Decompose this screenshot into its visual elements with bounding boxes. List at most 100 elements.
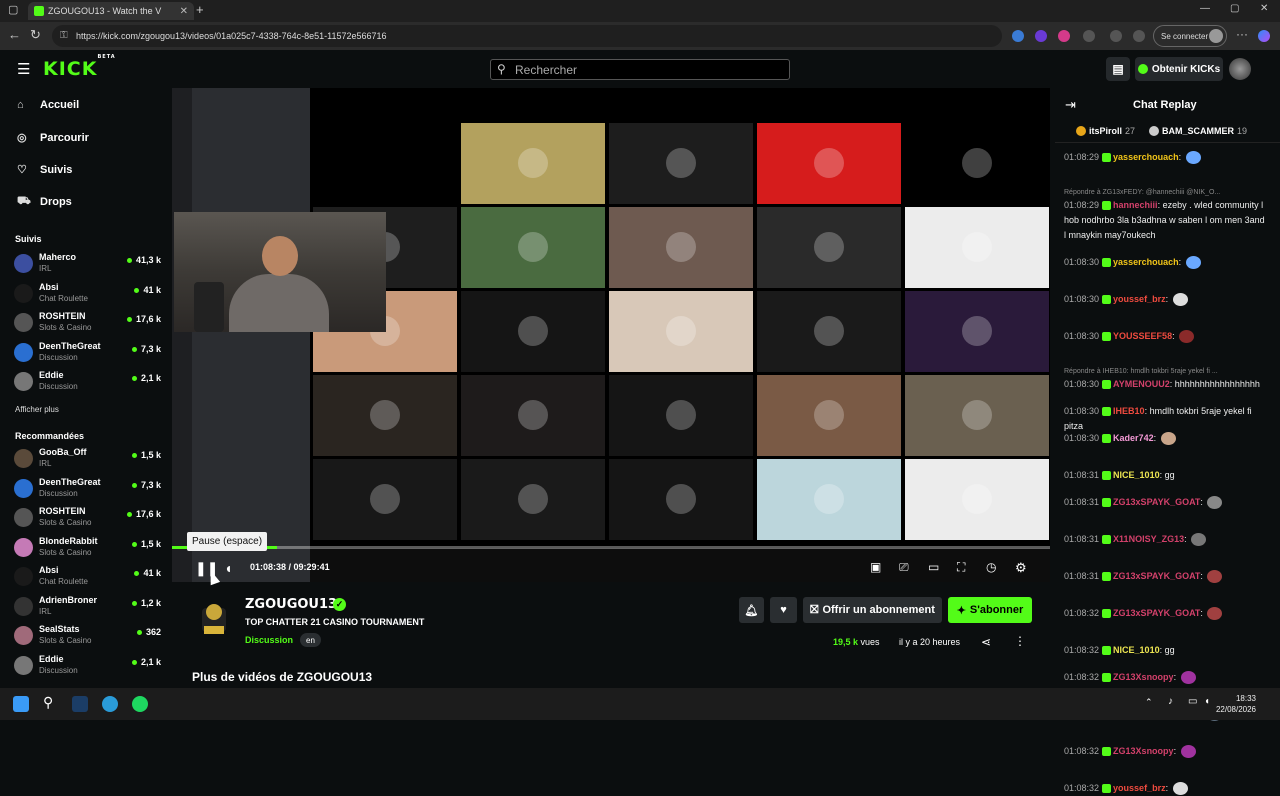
minimize-icon[interactable]: —	[1200, 3, 1210, 14]
message-username[interactable]: YOUSSEEF58	[1113, 331, 1172, 341]
notification-bell-button[interactable]: 🔔︎	[739, 597, 764, 623]
maximize-icon[interactable]: ▢	[1230, 3, 1239, 14]
chat-message[interactable]: 01:08:29 yasserchouach:	[1064, 150, 1269, 165]
sidebar-channel-item[interactable]: Maherco IRL 41,3 k	[14, 251, 164, 277]
message-username[interactable]: X11NOISY_ZG13	[1113, 534, 1184, 544]
clip-icon[interactable]: ⎚	[899, 560, 909, 575]
close-tab-icon[interactable]: ✕	[180, 6, 188, 17]
extension-icon[interactable]	[1012, 30, 1024, 42]
network-icon[interactable]: ▭	[1188, 696, 1197, 707]
video-player[interactable]	[172, 88, 1050, 582]
extension-icon[interactable]	[1035, 30, 1047, 42]
chat-message[interactable]: 01:08:32ZG13xSPAYK_GOAT:	[1064, 606, 1269, 621]
chat-message[interactable]: 01:08:30 youssef_brz:	[1064, 292, 1269, 307]
edge-icon[interactable]	[102, 696, 118, 712]
follow-button[interactable]: ♥	[770, 597, 797, 623]
extension-icon[interactable]	[1058, 30, 1070, 42]
tab-actions-icon[interactable]: ▢	[8, 3, 18, 16]
message-username[interactable]: ZG13xSPAYK_GOAT	[1113, 608, 1200, 618]
chat-message[interactable]: 01:08:32 ZG13Xsnoopy:	[1064, 744, 1269, 759]
sidebar-channel-item[interactable]: DeenTheGreat Discussion 7,3 k	[14, 340, 164, 366]
new-tab-icon[interactable]: +	[196, 2, 204, 17]
sidebar-item-home[interactable]: ⌂ Accueil	[17, 99, 79, 111]
show-more-link[interactable]: Afficher plus	[15, 405, 59, 414]
chat-message[interactable]: Répondre à IHEB10: hmdlh tokbri 5raje ye…	[1064, 366, 1269, 392]
search-input[interactable]: ⚲ Rechercher	[490, 59, 790, 80]
chat-message[interactable]: 01:08:31 ZG13xSPAYK_GOAT:	[1064, 569, 1269, 584]
message-username[interactable]: youssef_brz	[1113, 294, 1166, 304]
refresh-icon[interactable]: ↻	[30, 27, 41, 43]
sidebar-channel-item[interactable]: ROSHTEIN Slots & Casino 17,6 k	[14, 310, 164, 336]
message-username[interactable]: ZG13Xsnoopy	[1113, 672, 1174, 682]
chat-message[interactable]: 01:08:32 youssef_brz:	[1064, 781, 1269, 796]
chat-message[interactable]: 01:08:30 YOUSSEEF58:	[1064, 329, 1269, 344]
message-username[interactable]: NICE_1010	[1113, 470, 1160, 480]
menu-dots-icon[interactable]: ···	[1236, 27, 1248, 41]
gifter-item[interactable]: BAM_SCAMMER 19	[1149, 126, 1247, 136]
favorites-icon[interactable]	[1133, 30, 1145, 42]
chat-message[interactable]: 01:08:32 NICE_1010: gg	[1064, 643, 1269, 658]
more-options-icon[interactable]: ⋮	[1014, 634, 1026, 648]
share-icon[interactable]: ⋖	[981, 635, 991, 649]
chat-message[interactable]: 01:08:31 X11NOISY_ZG13:	[1064, 532, 1269, 547]
message-username[interactable]: IHEB10	[1113, 406, 1145, 416]
steam-icon[interactable]	[72, 696, 88, 712]
close-window-icon[interactable]: ✕	[1260, 3, 1268, 14]
start-icon[interactable]	[13, 696, 29, 712]
streamer-avatar[interactable]	[196, 598, 232, 638]
get-kicks-button[interactable]: Obtenir KICKs	[1135, 57, 1223, 81]
speed-icon[interactable]: ◷	[986, 560, 996, 574]
sidebar-channel-item[interactable]: AdrienBroner IRL 1,2 k	[14, 594, 164, 620]
chat-message[interactable]: 01:08:31 ZG13xSPAYK_GOAT:	[1064, 495, 1269, 510]
fullscreen-icon[interactable]: ⛶	[957, 560, 965, 575]
message-username[interactable]: NICE_1010	[1113, 645, 1160, 655]
system-clock[interactable]: 18:33 22/08/2026	[1216, 693, 1256, 715]
hamburger-menu-icon[interactable]: ☰	[17, 60, 30, 78]
chat-message[interactable]: 01:08:31 NICE_1010: gg	[1064, 468, 1269, 483]
progress-bar[interactable]	[172, 546, 1050, 549]
chat-message[interactable]: 01:08:32 ZG13Xsnoopy:	[1064, 670, 1269, 685]
sidebar-channel-item[interactable]: Eddie Discussion 2,1 k	[14, 369, 164, 395]
sidebar-channel-item[interactable]: Absi Chat Roulette 41 k	[14, 281, 164, 307]
copilot-icon[interactable]	[1258, 30, 1270, 42]
kick-logo[interactable]: KICKBETA	[43, 54, 116, 80]
sidebar-item-drops[interactable]: ⛟ Drops	[17, 195, 72, 209]
sidebar-channel-item[interactable]: GooBa_Off IRL 1,5 k	[14, 446, 164, 472]
speaker-icon[interactable]: ◖	[1204, 696, 1210, 707]
sidebar-channel-item[interactable]: DeenTheGreat Discussion 7,3 k	[14, 476, 164, 502]
browser-tab[interactable]: ZGOUGOU13 - Watch the V ✕	[28, 2, 194, 20]
message-username[interactable]: Kader742	[1113, 433, 1154, 443]
gifter-item[interactable]: itsPiroll 27	[1076, 126, 1135, 136]
sidebar-channel-item[interactable]: Eddie Discussion 2,1 k	[14, 653, 164, 679]
layout-toggle-button[interactable]: ▤	[1106, 57, 1130, 81]
extension-icon[interactable]	[1083, 30, 1095, 42]
message-username[interactable]: yasserchouach	[1113, 152, 1179, 162]
user-avatar[interactable]	[1229, 58, 1251, 80]
chat-message[interactable]: Répondre à ZG13xFEDY: @hannechiii @NIK_O…	[1064, 187, 1269, 243]
sidebar-channel-item[interactable]: ROSHTEIN Slots & Casino 17,6 k	[14, 505, 164, 531]
microphone-icon[interactable]: ♪	[1168, 696, 1173, 707]
chat-message[interactable]: 01:08:30 yasserchouach:	[1064, 255, 1269, 270]
sidebar-channel-item[interactable]: SealStats Slots & Casino 362	[14, 623, 164, 649]
streamer-name[interactable]: ZGOUGOU13	[245, 597, 337, 612]
theater-mode-icon[interactable]: ▭	[928, 560, 939, 574]
gift-subscription-button[interactable]: ⛝ Offrir un abonnement	[803, 597, 942, 623]
miniplayer-icon[interactable]: ▣	[870, 560, 881, 574]
message-username[interactable]: hannechiii	[1113, 200, 1158, 210]
sidebar-item-browse[interactable]: ◎ Parcourir	[17, 131, 89, 145]
spotify-icon[interactable]	[132, 696, 148, 712]
split-screen-icon[interactable]	[1110, 30, 1122, 42]
search-icon[interactable]: ⚲	[43, 694, 53, 711]
back-icon[interactable]: ←	[8, 27, 21, 42]
sidebar-item-following[interactable]: ♡ Suivis	[17, 163, 72, 177]
collapse-chat-icon[interactable]: ⇥	[1065, 97, 1076, 113]
message-username[interactable]: youssef_brz	[1113, 783, 1166, 793]
category-link[interactable]: Discussion	[245, 635, 293, 645]
message-username[interactable]: ZG13xSPAYK_GOAT	[1113, 497, 1200, 507]
chat-message[interactable]: 01:08:30 Kader742:	[1064, 431, 1269, 446]
message-username[interactable]: yasserchouach	[1113, 257, 1179, 267]
url-field[interactable]: ⚿ https://kick.com/zgougou13/videos/01a0…	[52, 25, 1002, 47]
message-username[interactable]: AYMENOUU2	[1113, 379, 1170, 389]
subscribe-button[interactable]: ✦ S'abonner	[948, 597, 1032, 623]
message-username[interactable]: ZG13Xsnoopy	[1113, 746, 1174, 756]
